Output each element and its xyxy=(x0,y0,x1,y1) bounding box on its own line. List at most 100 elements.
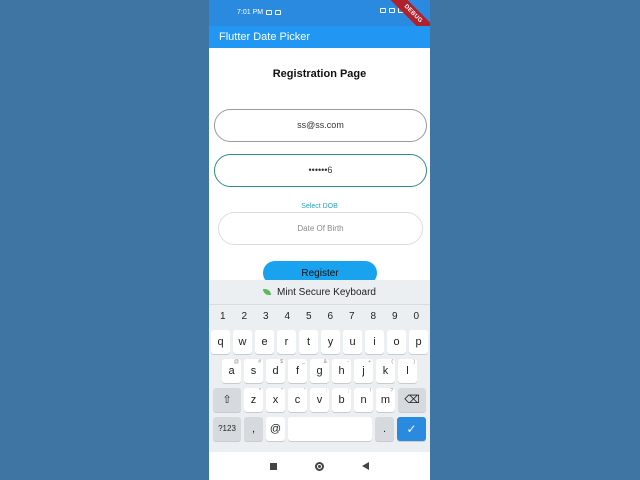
key-d[interactable]: $ d xyxy=(266,359,285,383)
email-field[interactable]: ss@ss.com xyxy=(214,109,427,142)
password-field[interactable]: ••••••6 xyxy=(214,154,427,187)
key-label: b xyxy=(338,394,345,406)
key-hint: # xyxy=(258,359,261,365)
key-7[interactable]: 7 xyxy=(349,311,355,322)
key-label: x xyxy=(272,394,279,406)
symbols-key[interactable]: ?123 xyxy=(213,417,241,441)
dob-field[interactable]: Date Of Birth xyxy=(218,212,423,245)
key-r[interactable]: r xyxy=(277,330,296,354)
key-label: l xyxy=(406,365,409,377)
key-label: f xyxy=(295,365,300,377)
key-n[interactable]: ! n xyxy=(354,388,373,412)
status-bar: 7:01 PM DEBUG xyxy=(209,0,430,43)
key-row-4: ?123 , @ . ✓ xyxy=(209,417,430,443)
key-s[interactable]: # s xyxy=(244,359,263,383)
key-b[interactable]: ; b xyxy=(332,388,351,412)
key-label: z xyxy=(250,394,257,406)
key-hint: ) xyxy=(413,359,415,365)
key-6[interactable]: 6 xyxy=(327,311,333,322)
key-hint: @ xyxy=(233,359,239,365)
key-y[interactable]: y xyxy=(321,330,340,354)
navigation-bar xyxy=(209,452,430,480)
camera-icon xyxy=(266,10,273,15)
key-hint: ; xyxy=(347,388,349,394)
key-hint: " xyxy=(281,388,283,394)
key-a[interactable]: @ a xyxy=(222,359,241,383)
keyboard-header: Mint Secure Keyboard xyxy=(209,280,430,305)
key-hint: $ xyxy=(280,359,283,365)
status-time-group: 7:01 PM xyxy=(237,9,282,16)
key-p[interactable]: p xyxy=(409,330,428,354)
registration-form: Registration Page ss@ss.com ••••••6 Sele… xyxy=(209,48,430,285)
key-w[interactable]: w xyxy=(233,330,252,354)
key-label: s xyxy=(250,365,257,377)
back-icon[interactable] xyxy=(362,462,369,470)
key-1[interactable]: 1 xyxy=(220,311,226,322)
key-m[interactable]: ? m xyxy=(376,388,395,412)
key-label: k xyxy=(382,365,389,377)
key-e[interactable]: e xyxy=(255,330,274,354)
key-z[interactable]: * z xyxy=(244,388,263,412)
key-8[interactable]: 8 xyxy=(370,311,376,322)
leaf-icon xyxy=(263,289,272,295)
key-i[interactable]: i xyxy=(365,330,384,354)
key-t[interactable]: t xyxy=(299,330,318,354)
home-icon[interactable] xyxy=(315,461,324,471)
key-0[interactable]: 0 xyxy=(413,311,419,322)
key-l[interactable]: ) l xyxy=(398,359,417,383)
status-time: 7:01 PM xyxy=(237,9,264,16)
key-c[interactable]: ' c xyxy=(288,388,307,412)
key-hint: + xyxy=(368,359,371,365)
shift-key[interactable]: ⇧ xyxy=(213,388,241,412)
key-9[interactable]: 9 xyxy=(392,311,398,322)
key-label: j xyxy=(362,365,365,377)
number-row: 1 2 3 4 5 6 7 8 9 0 xyxy=(209,305,430,327)
page-title: Registration Page xyxy=(272,68,367,80)
signal-icon xyxy=(380,8,386,13)
key-h[interactable]: -h xyxy=(332,359,351,383)
key-u[interactable]: u xyxy=(343,330,362,354)
key-q[interactable]: q xyxy=(211,330,230,354)
key-hint: _ xyxy=(302,359,305,365)
key-label: v xyxy=(316,394,323,406)
key-3[interactable]: 3 xyxy=(263,311,269,322)
app-bar-title: Flutter Date Picker xyxy=(219,31,311,43)
backspace-key[interactable]: ⌫ xyxy=(398,388,426,412)
key-hint: : xyxy=(325,388,327,394)
key-o[interactable]: o xyxy=(387,330,406,354)
space-key[interactable] xyxy=(288,417,372,441)
key-label: n xyxy=(360,394,367,406)
key-v[interactable]: :v xyxy=(310,388,329,412)
recents-icon[interactable] xyxy=(270,462,277,470)
period-key[interactable]: . xyxy=(375,417,394,441)
key-4[interactable]: 4 xyxy=(284,311,290,322)
key-label: c xyxy=(294,394,301,406)
key-2[interactable]: 2 xyxy=(241,311,247,322)
key-hint: - xyxy=(347,359,349,365)
key-x[interactable]: " x xyxy=(266,388,285,412)
key-hint: & xyxy=(323,359,327,365)
key-f[interactable]: _ f xyxy=(288,359,307,383)
app-bar: Flutter Date Picker xyxy=(209,26,430,48)
key-k[interactable]: (k xyxy=(376,359,395,383)
key-hint: * xyxy=(259,388,261,394)
key-hint: ? xyxy=(390,388,393,394)
wifi-icon xyxy=(389,8,395,13)
key-label: a xyxy=(228,365,235,377)
comma-key[interactable]: , xyxy=(244,417,263,441)
notification-icon xyxy=(275,10,282,15)
enter-key[interactable]: ✓ xyxy=(397,417,426,441)
phone-screen: 7:01 PM DEBUG Flutter Date Picker Regist… xyxy=(209,0,430,480)
key-row-1: q w e r t y u i o p xyxy=(209,330,430,356)
key-label: m xyxy=(380,394,391,406)
key-label: d xyxy=(272,365,279,377)
key-row-2: @ a # s $ d _ f & g -h + j (k ) l xyxy=(209,359,430,385)
at-key[interactable]: @ xyxy=(266,417,285,441)
soft-keyboard: Mint Secure Keyboard 1 2 3 4 5 6 7 8 9 0… xyxy=(209,280,430,452)
key-j[interactable]: + j xyxy=(354,359,373,383)
key-5[interactable]: 5 xyxy=(306,311,312,322)
key-row-3: ⇧ * z " x ' c :v ; b ! n ? m ⌫ xyxy=(209,388,430,414)
dob-label: Select DOB xyxy=(301,203,338,210)
keyboard-title: Mint Secure Keyboard xyxy=(277,286,376,298)
key-g[interactable]: & g xyxy=(310,359,329,383)
